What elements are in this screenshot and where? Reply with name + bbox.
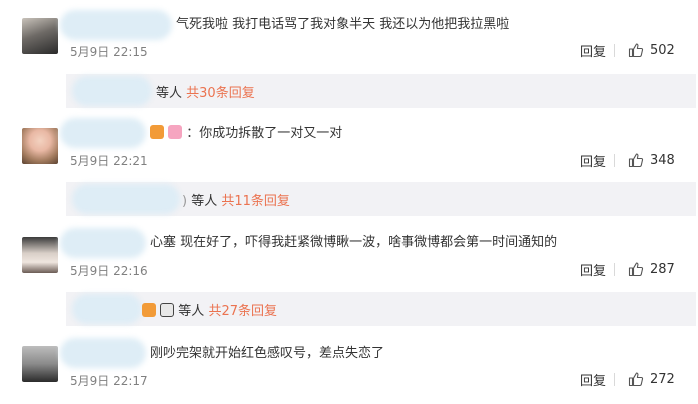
thumbs-up-icon [628, 262, 644, 277]
view-replies-link[interactable]: 共11条回复 [221, 194, 290, 209]
panda-icon [160, 303, 175, 317]
comment-time: 5月9日 22:16 [70, 264, 148, 278]
reply-summary-suffix: 等人 [178, 304, 205, 319]
divider [614, 263, 615, 276]
blurred-username [60, 338, 146, 368]
blurred-username [60, 228, 146, 258]
comment-text: 刚吵完架就开始红色感叹号，差点失恋了 [150, 346, 385, 361]
blurred-username [60, 118, 146, 148]
blurred-username [60, 10, 172, 40]
like-count: 502 [650, 42, 675, 58]
like-button[interactable]: 272 [628, 370, 675, 388]
heart-icon [168, 125, 183, 139]
thumbs-up-icon [628, 43, 644, 58]
comment-text: 气死我啦 我打电话骂了我对象半天 我还以为他把我拉黑啦 [176, 17, 510, 32]
like-count: 348 [650, 152, 675, 168]
reply-summary[interactable]: 等人 共27条回复 [66, 292, 696, 326]
avatar[interactable] [22, 18, 58, 54]
divider [614, 154, 615, 167]
like-button[interactable]: 348 [628, 151, 675, 169]
comment-time: 5月9日 22:21 [70, 154, 148, 168]
avatar[interactable] [22, 346, 58, 382]
avatar[interactable] [22, 237, 58, 273]
thumbs-up-icon [628, 372, 644, 387]
crown-icon [150, 125, 164, 139]
blurred-usernames [72, 76, 152, 106]
blurred-usernames [72, 294, 142, 324]
like-button[interactable]: 287 [628, 260, 675, 278]
reply-summary-suffix: 等人 [156, 86, 183, 101]
divider [614, 373, 615, 386]
like-count: 287 [650, 261, 675, 277]
reply-summary[interactable]: ) 等人 共11条回复 [66, 182, 696, 216]
avatar[interactable] [22, 128, 58, 164]
reply-button[interactable]: 回复 [580, 260, 606, 279]
comment-text: ：你成功拆散了一对又一对 [150, 125, 342, 143]
divider [614, 44, 615, 57]
reply-summary[interactable]: 等人 共30条回复 [66, 74, 696, 108]
view-replies-link[interactable]: 共30条回复 [186, 86, 255, 101]
comment-time: 5月9日 22:15 [70, 45, 148, 59]
reply-button[interactable]: 回复 [580, 151, 606, 170]
view-replies-link[interactable]: 共27条回复 [208, 304, 277, 319]
comment-text: 心塞 现在好了，吓得我赶紧微博瞅一波，啥事微博都会第一时间通知的 [150, 235, 558, 250]
reply-summary-suffix: 等人 [191, 194, 218, 209]
reply-button[interactable]: 回复 [580, 370, 606, 389]
comment-time: 5月9日 22:17 [70, 374, 148, 388]
crown-icon [142, 303, 156, 317]
reply-summary-partial: ) [182, 194, 188, 209]
reply-button[interactable]: 回复 [580, 41, 606, 60]
like-button[interactable]: 502 [628, 41, 675, 59]
blurred-usernames [72, 184, 180, 214]
thumbs-up-icon [628, 153, 644, 168]
like-count: 272 [650, 371, 675, 387]
